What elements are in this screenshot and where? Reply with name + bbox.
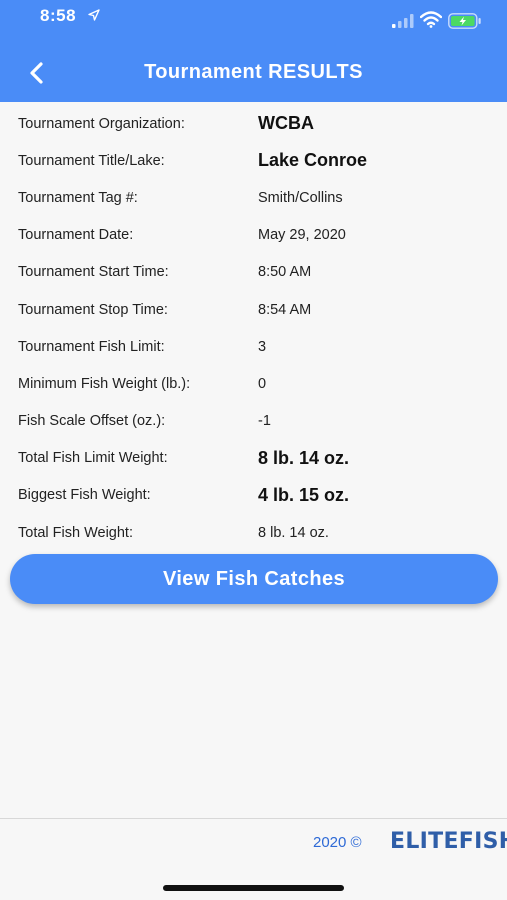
result-row-biggest-fish: Biggest Fish Weight: 4 lb. 15 oz. [18, 477, 498, 514]
battery-charging-icon [448, 13, 481, 29]
result-value: 8 lb. 14 oz. [258, 524, 329, 541]
signal-icon [392, 14, 414, 28]
status-time: 8:58 [40, 6, 77, 25]
result-value: Smith/Collins [258, 189, 343, 206]
result-label: Minimum Fish Weight (lb.): [18, 375, 191, 392]
result-row-organization: Tournament Organization: WCBA [18, 105, 498, 142]
result-label: Biggest Fish Weight: [18, 487, 151, 504]
result-label: Tournament Start Time: [18, 264, 169, 281]
result-label: Tournament Date: [18, 227, 134, 244]
result-row-limit-weight: Total Fish Limit Weight: 8 lb. 14 oz. [18, 440, 498, 477]
result-row-fish-limit: Tournament Fish Limit: 3 [18, 328, 498, 365]
result-row-stop-time: Tournament Stop Time: 8:54 AM [18, 291, 498, 328]
page-title: Tournament RESULTS [144, 61, 363, 83]
result-value: 8:50 AM [258, 264, 312, 281]
app-header: 8:58 Tournament RESULTS [0, 0, 507, 102]
result-value: 8:54 AM [258, 301, 312, 318]
result-value: WCBA [258, 113, 314, 134]
result-value: 4 lb. 15 oz. [258, 484, 350, 505]
result-row-tag: Tournament Tag #: Smith/Collins [18, 179, 498, 216]
result-row-scale-offset: Fish Scale Offset (oz.): -1 [18, 403, 498, 440]
result-value: 3 [258, 338, 267, 355]
result-row-total-weight: Total Fish Weight: 8 lb. 14 oz. [18, 514, 498, 551]
result-label: Fish Scale Offset (oz.): [18, 413, 166, 430]
results-list: Tournament Organization: WCBA Tournament… [18, 105, 498, 551]
result-value: May 29, 2020 [258, 227, 346, 244]
copyright-text: 2020 © [313, 834, 362, 851]
result-label: Tournament Stop Time: [18, 301, 168, 318]
result-label: Tournament Title/Lake: [18, 152, 165, 169]
result-label: Total Fish Limit Weight: [18, 450, 168, 467]
home-indicator [163, 885, 344, 891]
result-value: 0 [258, 375, 267, 392]
result-label: Tournament Fish Limit: [18, 338, 165, 355]
wifi-icon [420, 11, 442, 28]
view-fish-catches-button[interactable]: View Fish Catches [10, 554, 498, 604]
footer-divider [0, 818, 507, 819]
location-arrow-icon [88, 9, 100, 21]
brand-logo: ELITEFISH [390, 829, 507, 854]
result-value: Lake Conroe [258, 150, 368, 171]
result-value: 8 lb. 14 oz. [258, 447, 350, 468]
status-bar: 8:58 [0, 0, 507, 40]
result-label: Total Fish Weight: [18, 524, 133, 541]
result-row-start-time: Tournament Start Time: 8:50 AM [18, 254, 498, 291]
result-value: -1 [258, 413, 271, 430]
result-row-date: Tournament Date: May 29, 2020 [18, 217, 498, 254]
result-label: Tournament Tag #: [18, 189, 138, 206]
result-label: Tournament Organization: [18, 115, 185, 132]
result-row-title-lake: Tournament Title/Lake: Lake Conroe [18, 142, 498, 179]
result-row-min-weight: Minimum Fish Weight (lb.): 0 [18, 365, 498, 402]
